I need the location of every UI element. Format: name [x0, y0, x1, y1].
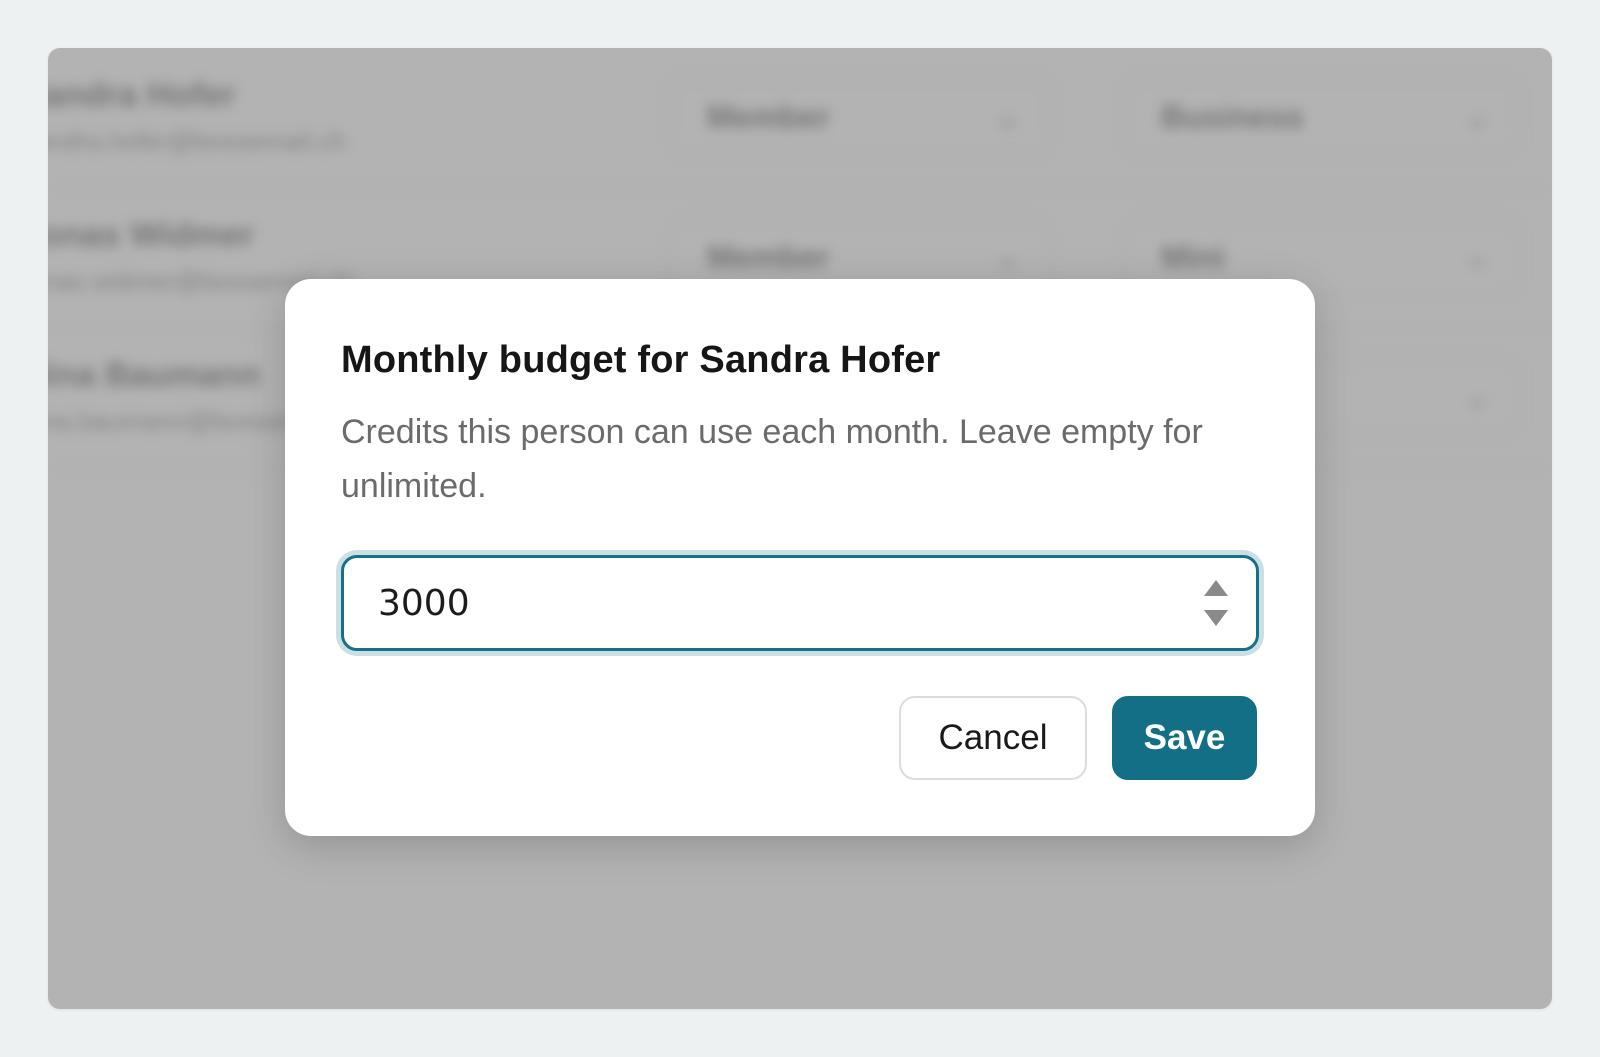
- member-name: Jonas Widmer: [48, 216, 255, 254]
- dialog-title: Monthly budget for Sandra Hofer: [341, 339, 941, 381]
- budget-dialog: Monthly budget for Sandra Hofer Credits …: [285, 279, 1315, 836]
- member-email: sandra.hofer@bossemail.ch: [48, 126, 347, 156]
- dialog-description: Credits this person can use each month. …: [341, 413, 1203, 505]
- save-button[interactable]: Save: [1112, 696, 1257, 780]
- role-value: Member: [707, 239, 830, 275]
- increment-icon[interactable]: [1204, 580, 1228, 596]
- chevron-down-icon: ⌄: [1464, 378, 1491, 414]
- cancel-button[interactable]: Cancel: [899, 696, 1087, 780]
- member-name: Sandra Hofer: [48, 76, 236, 114]
- list-item: Sandra Hofer sandra.hofer@bossemail.ch M…: [48, 48, 1552, 189]
- plan-select: Business ⌄: [1124, 78, 1520, 156]
- role-select: Member ⌄: [670, 78, 1050, 156]
- plan-value: Business: [1161, 99, 1304, 135]
- decrement-icon[interactable]: [1204, 610, 1228, 626]
- chevron-down-icon: ⌄: [1464, 238, 1491, 274]
- role-value: Member: [707, 99, 830, 135]
- chevron-down-icon: ⌄: [994, 98, 1021, 134]
- member-name: Nina Baumann: [48, 356, 261, 394]
- chevron-down-icon: ⌄: [994, 238, 1021, 274]
- plan-value: Mini: [1161, 239, 1225, 275]
- chevron-down-icon: ⌄: [1464, 98, 1491, 134]
- budget-input[interactable]: [378, 558, 1138, 648]
- budget-field[interactable]: [341, 555, 1259, 651]
- number-stepper[interactable]: [1204, 580, 1228, 626]
